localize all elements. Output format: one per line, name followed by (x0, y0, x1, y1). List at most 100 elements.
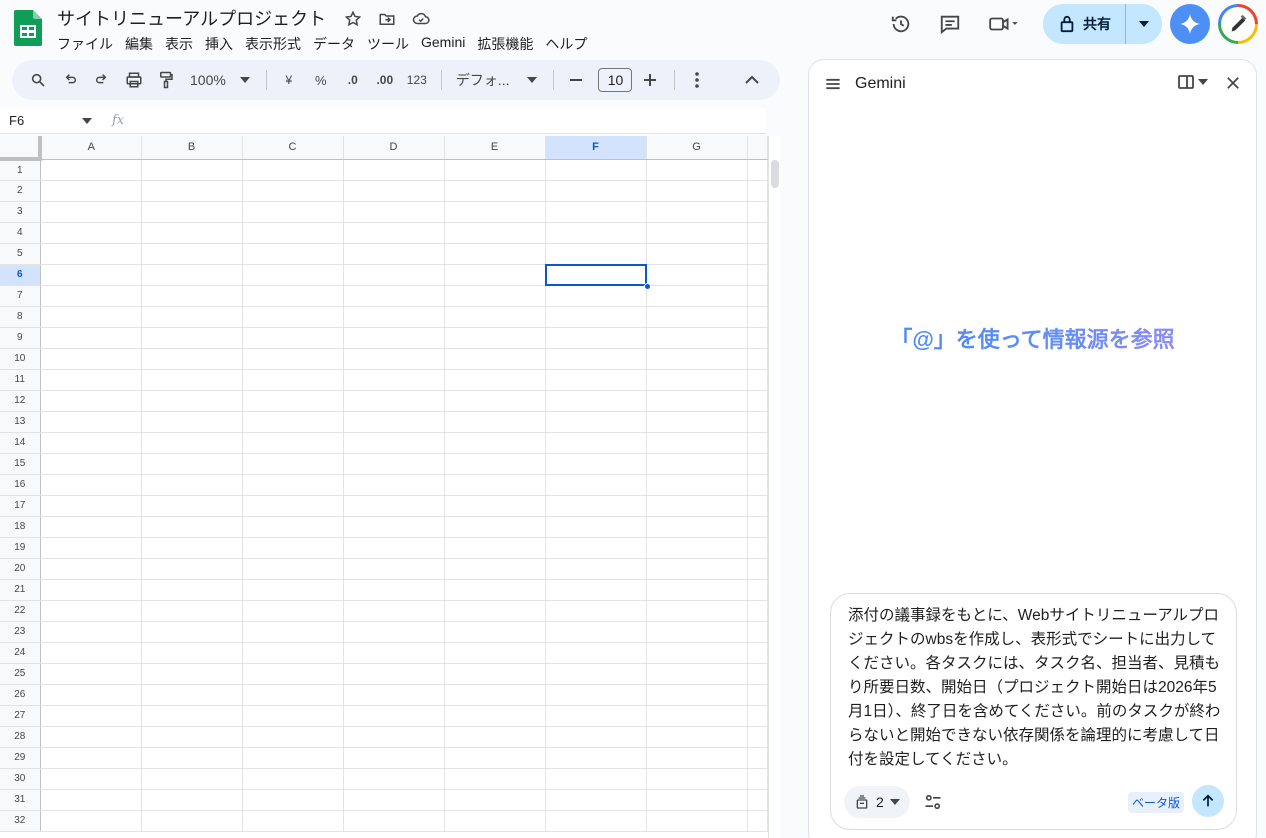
cell-a13[interactable] (40, 411, 142, 433)
cell-b10[interactable] (141, 348, 243, 370)
cell-c1[interactable] (242, 159, 344, 181)
redo-icon[interactable] (88, 66, 116, 94)
comments-icon[interactable] (930, 4, 970, 44)
cell-d26[interactable] (343, 684, 445, 706)
cell-a5[interactable] (40, 243, 142, 265)
cell-b29[interactable] (141, 747, 243, 769)
cell-g8[interactable] (646, 306, 748, 328)
cell-a19[interactable] (40, 537, 142, 559)
menu-file[interactable]: ファイル (57, 32, 119, 56)
cell-d20[interactable] (343, 558, 445, 580)
cell-e32[interactable] (444, 810, 546, 832)
cell-partial[interactable] (747, 621, 768, 643)
cell-b5[interactable] (141, 243, 243, 265)
cell-b24[interactable] (141, 642, 243, 664)
cell-a2[interactable] (40, 180, 142, 202)
cell-c4[interactable] (242, 222, 344, 244)
cell-e26[interactable] (444, 684, 546, 706)
cell-b4[interactable] (141, 222, 243, 244)
row-header[interactable]: 4 (0, 222, 41, 244)
cell-d11[interactable] (343, 369, 445, 391)
cell-e18[interactable] (444, 516, 546, 538)
menu-format[interactable]: 表示形式 (239, 32, 307, 56)
cell-c24[interactable] (242, 642, 344, 664)
cell-e24[interactable] (444, 642, 546, 664)
cell-partial[interactable] (747, 810, 768, 832)
cell-b8[interactable] (141, 306, 243, 328)
cell-a10[interactable] (40, 348, 142, 370)
row-header[interactable]: 23 (0, 621, 41, 643)
cell-a21[interactable] (40, 579, 142, 601)
cell-c13[interactable] (242, 411, 344, 433)
cell-c7[interactable] (242, 285, 344, 307)
cell-b11[interactable] (141, 369, 243, 391)
cell-e17[interactable] (444, 495, 546, 517)
cell-partial[interactable] (747, 600, 768, 622)
fill-handle[interactable] (644, 283, 651, 290)
cell-g9[interactable] (646, 327, 748, 349)
cell-g15[interactable] (646, 453, 748, 475)
cell-a32[interactable] (40, 810, 142, 832)
row-header[interactable]: 22 (0, 600, 41, 622)
cell-d23[interactable] (343, 621, 445, 643)
cell-f32[interactable] (545, 810, 647, 832)
cell-c11[interactable] (242, 369, 344, 391)
cell-c9[interactable] (242, 327, 344, 349)
cell-f3[interactable] (545, 201, 647, 223)
cell-c2[interactable] (242, 180, 344, 202)
cell-f7[interactable] (545, 285, 647, 307)
move-folder-icon[interactable] (376, 8, 398, 30)
vertical-scrollbar[interactable] (768, 136, 780, 838)
cell-f23[interactable] (545, 621, 647, 643)
column-header-d[interactable]: D (343, 136, 445, 160)
menu-tools[interactable]: ツール (361, 32, 415, 56)
undo-icon[interactable] (56, 66, 84, 94)
row-header[interactable]: 13 (0, 411, 41, 433)
row-header[interactable]: 11 (0, 369, 41, 391)
row-header[interactable]: 14 (0, 432, 41, 454)
cell-a25[interactable] (40, 663, 142, 685)
cell-partial[interactable] (747, 453, 768, 475)
cell-b16[interactable] (141, 474, 243, 496)
cell-c32[interactable] (242, 810, 344, 832)
cell-e10[interactable] (444, 348, 546, 370)
cell-g23[interactable] (646, 621, 748, 643)
cell-f13[interactable] (545, 411, 647, 433)
cell-g1[interactable] (646, 159, 748, 181)
cell-partial[interactable] (747, 495, 768, 517)
cell-a14[interactable] (40, 432, 142, 454)
percent-format-button[interactable]: % (307, 66, 335, 94)
cell-f15[interactable] (545, 453, 647, 475)
cell-g4[interactable] (646, 222, 748, 244)
cell-a12[interactable] (40, 390, 142, 412)
cell-c27[interactable] (242, 705, 344, 727)
cell-a8[interactable] (40, 306, 142, 328)
cell-e15[interactable] (444, 453, 546, 475)
cell-c17[interactable] (242, 495, 344, 517)
formula-input[interactable] (124, 108, 766, 133)
row-header[interactable]: 2 (0, 180, 41, 202)
column-header-b[interactable]: B (141, 136, 243, 160)
row-header[interactable]: 31 (0, 789, 41, 811)
send-button[interactable] (1192, 785, 1224, 817)
cell-d10[interactable] (343, 348, 445, 370)
gemini-prompt-text[interactable]: 添付の議事録をもとに、Webサイトリニューアルプロジェクトのwbsを作成し、表形… (848, 604, 1223, 772)
row-header[interactable]: 32 (0, 810, 41, 832)
cell-b9[interactable] (141, 327, 243, 349)
cell-c3[interactable] (242, 201, 344, 223)
cell-partial[interactable] (747, 306, 768, 328)
cell-partial[interactable] (747, 747, 768, 769)
cell-d16[interactable] (343, 474, 445, 496)
cell-d14[interactable] (343, 432, 445, 454)
cell-c6[interactable] (242, 264, 344, 286)
cell-g27[interactable] (646, 705, 748, 727)
cell-f27[interactable] (545, 705, 647, 727)
cell-partial[interactable] (747, 642, 768, 664)
column-header-c[interactable]: C (242, 136, 344, 160)
cell-f14[interactable] (545, 432, 647, 454)
panel-layout-toggle[interactable] (1178, 75, 1208, 89)
sheets-logo-icon[interactable] (14, 10, 42, 46)
cell-partial[interactable] (747, 411, 768, 433)
decrease-decimal-button[interactable]: .0 (339, 66, 367, 94)
cell-c23[interactable] (242, 621, 344, 643)
